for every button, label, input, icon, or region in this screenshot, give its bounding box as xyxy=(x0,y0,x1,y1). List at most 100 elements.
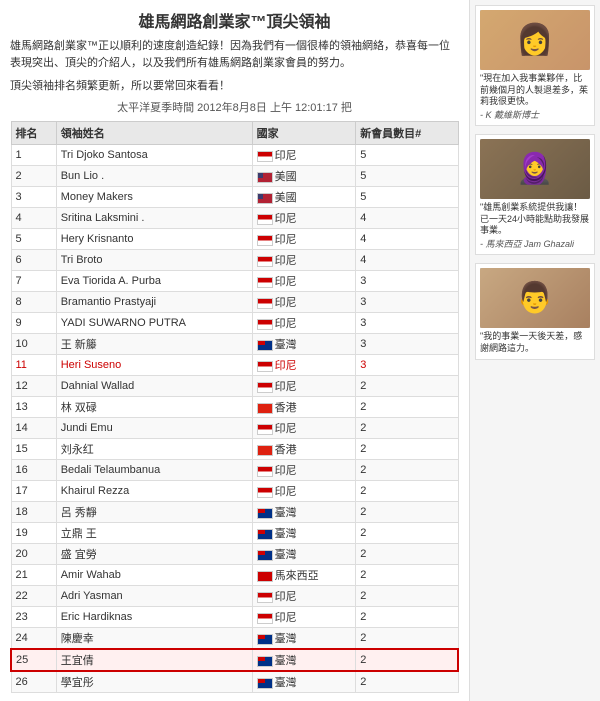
rank-cell: 13 xyxy=(11,397,56,418)
country-cell: 臺灣 xyxy=(252,628,356,650)
name-cell: Heri Suseno xyxy=(56,355,252,376)
count-cell: 2 xyxy=(356,481,458,502)
count-cell: 2 xyxy=(356,418,458,439)
rank-cell: 10 xyxy=(11,334,56,355)
country-cell: 印尼 xyxy=(252,460,356,481)
testimonial-1-img xyxy=(480,10,590,70)
testimonial-1-author: - K 戴維斯博士 xyxy=(480,108,590,121)
name-cell: Money Makers xyxy=(56,187,252,208)
table-row: 9YADI SUWARNO PUTRA印尼3 xyxy=(11,313,458,334)
count-cell: 2 xyxy=(356,397,458,418)
description-text: 雄馬網路創業家™正以順利的速度創造紀錄！因為我們有一個很棒的領袖網絡，恭喜每一位… xyxy=(10,38,459,71)
country-cell: 印尼 xyxy=(252,229,356,250)
rank-cell: 2 xyxy=(11,166,56,187)
rank-cell: 9 xyxy=(11,313,56,334)
rank-cell: 7 xyxy=(11,271,56,292)
name-cell: Hery Krisnanto xyxy=(56,229,252,250)
table-row: 15刘永红香港2 xyxy=(11,439,458,460)
name-cell: Jundi Emu xyxy=(56,418,252,439)
main-content: 雄馬網路創業家™頂尖領袖 雄馬網路創業家™正以順利的速度創造紀錄！因為我們有一個… xyxy=(0,0,470,701)
rank-cell: 17 xyxy=(11,481,56,502)
table-header-row: 排名 領袖姓名 國家 新會員數目# xyxy=(11,122,458,145)
country-cell: 印尼 xyxy=(252,313,356,334)
table-row: 13林 双碌香港2 xyxy=(11,397,458,418)
country-cell: 印尼 xyxy=(252,355,356,376)
testimonial-2-text: "雄馬創業系統提供我讓！已一天24小時能點助我發展事業。 xyxy=(480,202,590,237)
testimonial-2-author: - 馬來西亞 Jam Ghazali xyxy=(480,237,590,250)
name-cell: 立鼎 王 xyxy=(56,523,252,544)
country-cell: 臺灣 xyxy=(252,649,356,671)
rank-cell: 24 xyxy=(11,628,56,650)
table-row: 1Tri Djoko Santosa印尼5 xyxy=(11,145,458,166)
table-row: 21Amir Wahab馬來西亞2 xyxy=(11,565,458,586)
table-row: 11Heri Suseno印尼3 xyxy=(11,355,458,376)
country-cell: 印尼 xyxy=(252,145,356,166)
rank-cell: 11 xyxy=(11,355,56,376)
table-row: 6Tri Broto印尼4 xyxy=(11,250,458,271)
rank-cell: 26 xyxy=(11,671,56,693)
count-cell: 2 xyxy=(356,376,458,397)
testimonial-1-text: "現在加入我事業夥伴，比前幾個月的人製退差多，茱莉我很更快。 xyxy=(480,73,590,108)
testimonial-3-text: "我的事業一天後天差，感謝網路這力。 xyxy=(480,331,590,354)
table-row: 23Eric Hardiknas印尼2 xyxy=(11,607,458,628)
name-cell: 呂 秀靜 xyxy=(56,502,252,523)
count-cell: 2 xyxy=(356,439,458,460)
timestamp: 太平洋夏季時間 2012年8月8日 上午 12:01:17 把 xyxy=(10,99,459,115)
name-cell: YADI SUWARNO PUTRA xyxy=(56,313,252,334)
name-cell: Dahnial Wallad xyxy=(56,376,252,397)
name-cell: 陳慶幸 xyxy=(56,628,252,650)
count-cell: 2 xyxy=(356,649,458,671)
table-row: 7Eva Tiorida A. Purba印尼3 xyxy=(11,271,458,292)
count-cell: 2 xyxy=(356,586,458,607)
rank-cell: 5 xyxy=(11,229,56,250)
count-cell: 2 xyxy=(356,523,458,544)
table-row: 2Bun Lio .美國5 xyxy=(11,166,458,187)
name-cell: Sritina Laksmini . xyxy=(56,208,252,229)
country-cell: 印尼 xyxy=(252,208,356,229)
country-cell: 香港 xyxy=(252,439,356,460)
table-row: 25王宜倩臺灣2 xyxy=(11,649,458,671)
rank-cell: 15 xyxy=(11,439,56,460)
count-cell: 2 xyxy=(356,628,458,650)
table-row: 3Money Makers美國5 xyxy=(11,187,458,208)
name-cell: Bedali Telaumbanua xyxy=(56,460,252,481)
rank-cell: 25 xyxy=(11,649,56,671)
rank-cell: 12 xyxy=(11,376,56,397)
country-cell: 臺灣 xyxy=(252,671,356,693)
count-cell: 2 xyxy=(356,565,458,586)
country-cell: 印尼 xyxy=(252,271,356,292)
table-row: 19立鼎 王臺灣2 xyxy=(11,523,458,544)
rank-cell: 1 xyxy=(11,145,56,166)
count-cell: 3 xyxy=(356,313,458,334)
count-cell: 5 xyxy=(356,145,458,166)
table-row: 12Dahnial Wallad印尼2 xyxy=(11,376,458,397)
rank-cell: 22 xyxy=(11,586,56,607)
rank-cell: 19 xyxy=(11,523,56,544)
count-cell: 2 xyxy=(356,671,458,693)
col-name: 領袖姓名 xyxy=(56,122,252,145)
notice-text: 頂尖領袖排名頻繁更新，所以要常回來看看！ xyxy=(10,77,459,93)
country-cell: 美國 xyxy=(252,166,356,187)
table-row: 8Bramantio Prastyaji印尼3 xyxy=(11,292,458,313)
count-cell: 2 xyxy=(356,460,458,481)
testimonial-2: "雄馬創業系統提供我讓！已一天24小時能點助我發展事業。 - 馬來西亞 Jam … xyxy=(475,134,595,255)
name-cell: Tri Djoko Santosa xyxy=(56,145,252,166)
rank-cell: 18 xyxy=(11,502,56,523)
count-cell: 3 xyxy=(356,292,458,313)
count-cell: 5 xyxy=(356,166,458,187)
table-row: 10王 新籐臺灣3 xyxy=(11,334,458,355)
table-row: 26學宜彤臺灣2 xyxy=(11,671,458,693)
count-cell: 3 xyxy=(356,271,458,292)
country-cell: 臺灣 xyxy=(252,334,356,355)
country-cell: 馬來西亞 xyxy=(252,565,356,586)
country-cell: 臺灣 xyxy=(252,523,356,544)
name-cell: Eric Hardiknas xyxy=(56,607,252,628)
country-cell: 印尼 xyxy=(252,292,356,313)
name-cell: Khairul Rezza xyxy=(56,481,252,502)
table-row: 16Bedali Telaumbanua印尼2 xyxy=(11,460,458,481)
table-row: 14Jundi Emu印尼2 xyxy=(11,418,458,439)
table-row: 5Hery Krisnanto印尼4 xyxy=(11,229,458,250)
country-cell: 臺灣 xyxy=(252,502,356,523)
count-cell: 5 xyxy=(356,187,458,208)
count-cell: 2 xyxy=(356,544,458,565)
